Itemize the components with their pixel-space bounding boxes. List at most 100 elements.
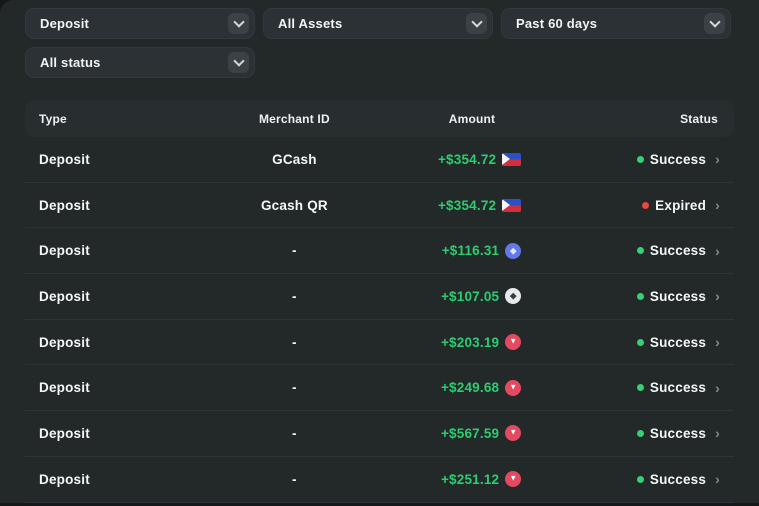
row-type: Deposit xyxy=(25,198,185,213)
status-dot-icon xyxy=(637,384,644,391)
transaction-type-dropdown[interactable]: Deposit xyxy=(25,8,255,39)
amount-value: +$203.19 xyxy=(441,335,499,350)
table-row[interactable]: Deposit Gcash QR +$354.72 Expired › xyxy=(25,183,734,229)
transactions-table: Type Merchant ID Amount Status Deposit G… xyxy=(25,100,734,503)
row-amount: +$249.68 xyxy=(404,380,599,396)
column-header-status: Status xyxy=(599,112,734,126)
row-amount: +$251.12 xyxy=(404,471,599,487)
row-merchant-id: GCash xyxy=(185,152,405,167)
asset-icon xyxy=(505,288,521,304)
chevron-right-icon: › xyxy=(715,198,720,212)
row-merchant-id: - xyxy=(185,289,405,304)
asset-icon xyxy=(502,153,521,166)
status-dot-icon xyxy=(637,156,644,163)
row-type: Deposit xyxy=(25,152,185,167)
period-value: Past 60 days xyxy=(516,16,597,31)
status-dot-icon xyxy=(642,202,649,209)
chevron-right-icon: › xyxy=(715,244,720,258)
asset-icon xyxy=(502,199,521,212)
amount-value: +$354.72 xyxy=(438,198,496,213)
row-merchant-id: - xyxy=(185,243,405,258)
column-header-type: Type xyxy=(25,112,185,126)
chevron-down-icon xyxy=(709,16,720,27)
row-type: Deposit xyxy=(25,380,185,395)
amount-value: +$116.31 xyxy=(442,243,500,258)
status-dot-icon xyxy=(637,293,644,300)
table-row[interactable]: Deposit GCash +$354.72 Success › xyxy=(25,137,734,183)
row-merchant-id: - xyxy=(185,472,405,487)
transactions-panel: Deposit All Assets Past 60 days All stat… xyxy=(0,0,759,503)
row-amount: +$116.31 xyxy=(404,243,599,259)
table-row[interactable]: Deposit - +$116.31 Success › xyxy=(25,228,734,274)
row-status[interactable]: Success › xyxy=(599,472,734,487)
transaction-type-value: Deposit xyxy=(40,16,89,31)
column-header-merchant-id: Merchant ID xyxy=(185,112,405,126)
row-status[interactable]: Success › xyxy=(599,426,734,441)
status-value: All status xyxy=(40,55,101,70)
row-type: Deposit xyxy=(25,335,185,350)
row-status[interactable]: Success › xyxy=(599,335,734,350)
chevron-down-button[interactable] xyxy=(704,13,725,34)
status-label: Success xyxy=(650,152,706,167)
row-amount: +$354.72 xyxy=(404,152,599,167)
row-status[interactable]: Success › xyxy=(599,243,734,258)
status-label: Success xyxy=(650,289,706,304)
row-amount: +$354.72 xyxy=(404,198,599,213)
row-type: Deposit xyxy=(25,472,185,487)
row-type: Deposit xyxy=(25,289,185,304)
status-dot-icon xyxy=(637,339,644,346)
filter-row-2: All status xyxy=(25,47,734,78)
asset-icon xyxy=(505,425,521,441)
row-status[interactable]: Success › xyxy=(599,152,734,167)
row-status[interactable]: Success › xyxy=(599,380,734,395)
row-merchant-id: - xyxy=(185,335,405,350)
row-amount: +$203.19 xyxy=(404,334,599,350)
status-label: Success xyxy=(650,243,706,258)
table-row[interactable]: Deposit - +$249.68 Success › xyxy=(25,365,734,411)
chevron-down-button[interactable] xyxy=(228,13,249,34)
table-row[interactable]: Deposit - +$107.05 Success › xyxy=(25,274,734,320)
chevron-right-icon: › xyxy=(715,472,720,486)
amount-value: +$354.72 xyxy=(438,152,496,167)
status-dot-icon xyxy=(637,476,644,483)
amount-value: +$567.59 xyxy=(441,426,499,441)
chevron-right-icon: › xyxy=(715,335,720,349)
amount-value: +$251.12 xyxy=(441,472,499,487)
status-label: Expired xyxy=(655,198,706,213)
chevron-right-icon: › xyxy=(715,152,720,166)
period-dropdown[interactable]: Past 60 days xyxy=(501,8,731,39)
status-dot-icon xyxy=(637,247,644,254)
row-amount: +$107.05 xyxy=(404,288,599,304)
asset-icon xyxy=(505,334,521,350)
status-label: Success xyxy=(650,380,706,395)
asset-icon xyxy=(505,471,521,487)
row-merchant-id: Gcash QR xyxy=(185,198,405,213)
amount-value: +$107.05 xyxy=(441,289,499,304)
status-label: Success xyxy=(650,335,706,350)
asset-value: All Assets xyxy=(278,16,342,31)
table-row[interactable]: Deposit - +$251.12 Success › xyxy=(25,457,734,503)
chevron-down-icon xyxy=(233,55,244,66)
row-type: Deposit xyxy=(25,243,185,258)
status-dropdown[interactable]: All status xyxy=(25,47,255,78)
asset-icon xyxy=(505,380,521,396)
filters-bar: Deposit All Assets Past 60 days All stat… xyxy=(25,8,734,86)
column-header-amount: Amount xyxy=(404,112,599,126)
row-merchant-id: - xyxy=(185,380,405,395)
status-dot-icon xyxy=(637,430,644,437)
row-status[interactable]: Expired › xyxy=(599,198,734,213)
table-header: Type Merchant ID Amount Status xyxy=(25,100,734,137)
table-row[interactable]: Deposit - +$203.19 Success › xyxy=(25,320,734,366)
asset-icon xyxy=(505,243,521,259)
chevron-right-icon: › xyxy=(715,426,720,440)
chevron-right-icon: › xyxy=(715,289,720,303)
row-status[interactable]: Success › xyxy=(599,289,734,304)
status-label: Success xyxy=(650,472,706,487)
asset-dropdown[interactable]: All Assets xyxy=(263,8,493,39)
chevron-down-button[interactable] xyxy=(228,52,249,73)
status-label: Success xyxy=(650,426,706,441)
chevron-down-icon xyxy=(233,16,244,27)
chevron-down-button[interactable] xyxy=(466,13,487,34)
table-row[interactable]: Deposit - +$567.59 Success › xyxy=(25,411,734,457)
amount-value: +$249.68 xyxy=(441,380,499,395)
